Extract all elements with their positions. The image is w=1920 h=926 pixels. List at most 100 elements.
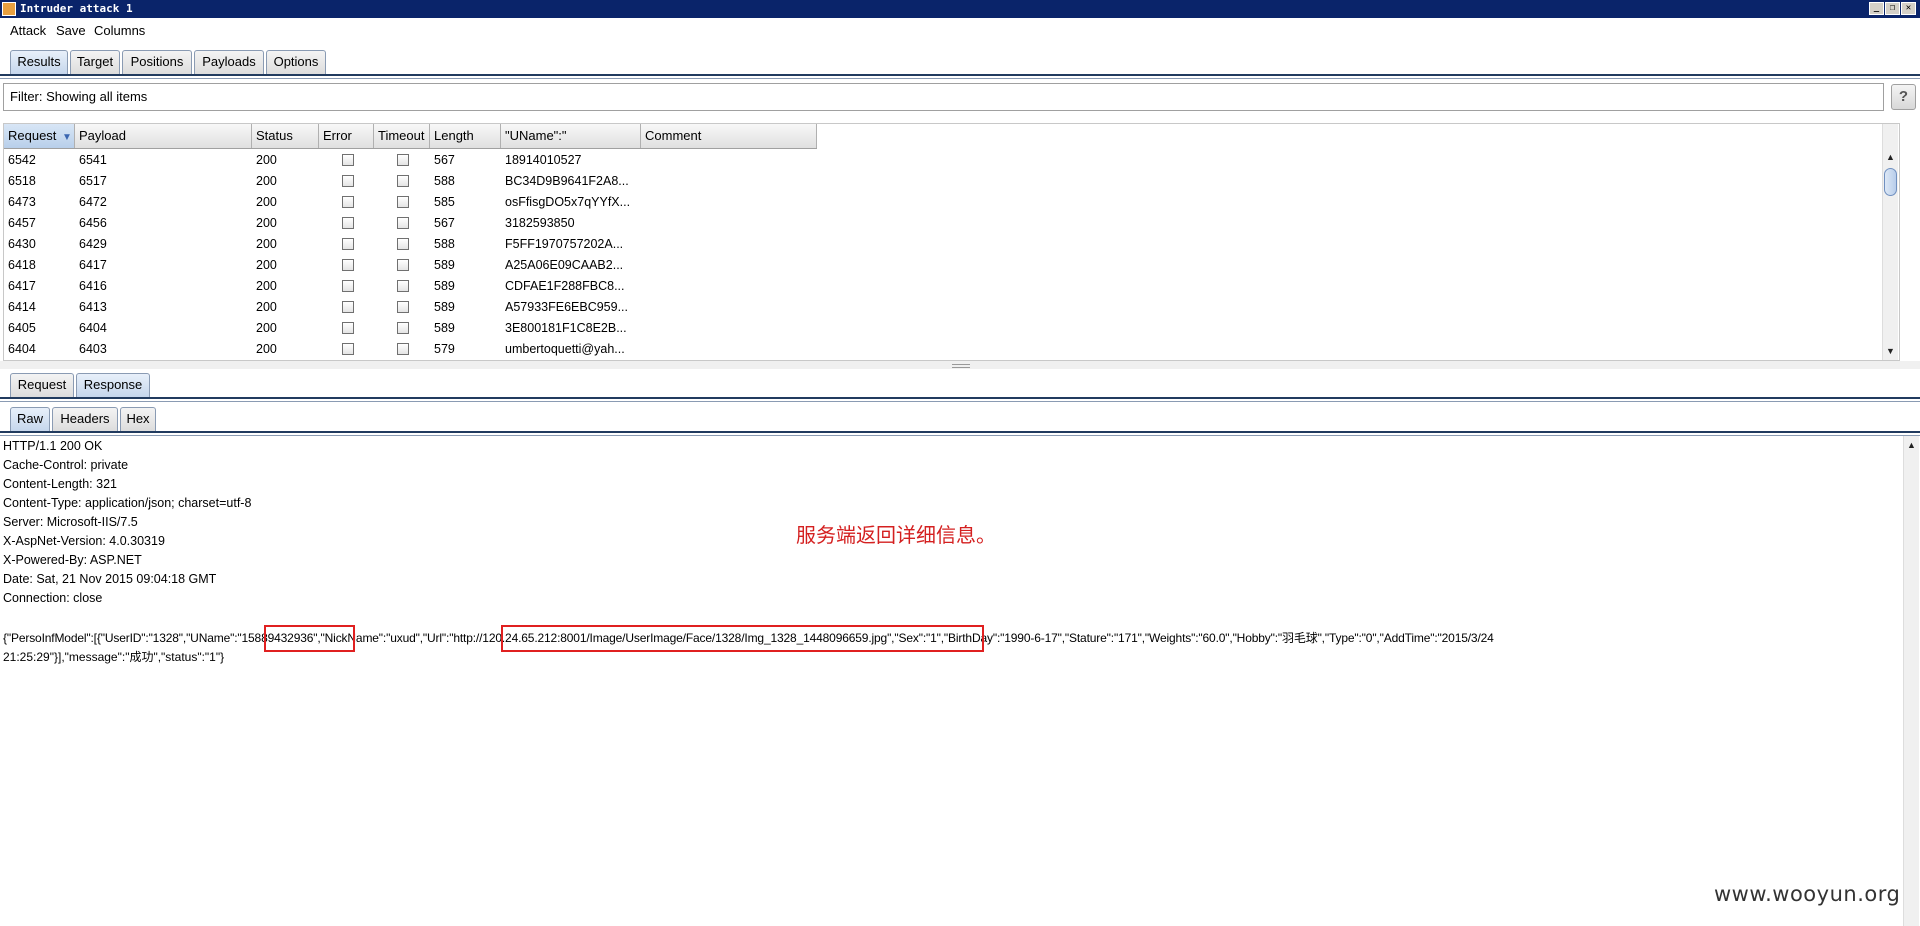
error-checkbox — [342, 175, 354, 187]
cell-payload: 6429 — [79, 237, 107, 251]
response-raw-viewer[interactable]: HTTP/1.1 200 OK Cache-Control: private C… — [0, 436, 1919, 926]
cell-request: 6542 — [8, 153, 36, 167]
tab-results[interactable]: Results — [10, 50, 68, 74]
table-row[interactable]: 6405 6404 200 589 3E800181F1C8E2B... — [4, 318, 817, 339]
error-checkbox — [342, 217, 354, 229]
cell-payload: 6404 — [79, 321, 107, 335]
error-checkbox — [342, 343, 354, 355]
cell-status: 200 — [256, 237, 277, 251]
column-header-status[interactable]: Status — [252, 124, 319, 148]
cell-length: 588 — [434, 237, 455, 251]
cell-request: 6518 — [8, 174, 36, 188]
window-title: Intruder attack 1 — [20, 2, 133, 15]
cell-length: 589 — [434, 279, 455, 293]
tab-hex[interactable]: Hex — [120, 407, 156, 431]
cell-request: 6473 — [8, 195, 36, 209]
annotation-text: 服务端返回详细信息。 — [796, 523, 996, 547]
cell-uname: A25A06E09CAAB2... — [505, 258, 624, 272]
table-row[interactable]: 6457 6456 200 567 3182593850 — [4, 213, 817, 234]
cell-request: 6457 — [8, 216, 36, 230]
results-scrollbar[interactable]: ▲ ▼ — [1882, 124, 1898, 360]
timeout-checkbox — [397, 217, 409, 229]
column-header-request[interactable]: Request ▼ — [4, 124, 75, 148]
pane-splitter[interactable] — [0, 361, 1920, 369]
cell-status: 200 — [256, 216, 277, 230]
response-scrollbar[interactable]: ▲ — [1903, 436, 1919, 926]
main-tab-underline — [0, 74, 1920, 76]
table-row[interactable]: 6418 6417 200 589 A25A06E09CAAB2... — [4, 255, 817, 276]
tab-request[interactable]: Request — [10, 373, 74, 397]
column-header-comment[interactable]: Comment — [641, 124, 817, 148]
close-button[interactable]: ✕ — [1901, 2, 1916, 15]
response-header-line: Connection: close — [3, 591, 103, 605]
cell-length: 588 — [434, 174, 455, 188]
timeout-checkbox — [397, 238, 409, 250]
detail-tab-underline-2 — [0, 401, 1920, 402]
scroll-up-arrow-icon[interactable]: ▲ — [1904, 438, 1919, 452]
tab-positions[interactable]: Positions — [122, 50, 192, 74]
error-checkbox — [342, 280, 354, 292]
column-header-payload[interactable]: Payload — [75, 124, 252, 148]
table-row[interactable]: 6473 6472 200 585 osFfisgDO5x7qYYfX... — [4, 192, 817, 213]
cell-request: 6430 — [8, 237, 36, 251]
filter-bar[interactable]: Filter: Showing all items — [3, 83, 1884, 111]
watermark: www.wooyun.org — [1714, 882, 1901, 906]
cell-uname: F5FF1970757202A... — [505, 237, 624, 251]
table-row[interactable]: 6430 6429 200 588 F5FF1970757202A... — [4, 234, 817, 255]
tab-target[interactable]: Target — [70, 50, 120, 74]
column-header-timeout[interactable]: Timeout — [374, 124, 430, 148]
cell-uname: osFfisgDO5x7qYYfX... — [505, 195, 631, 209]
menu-save[interactable]: Save — [56, 23, 86, 38]
timeout-checkbox — [397, 343, 409, 355]
menu-columns[interactable]: Columns — [94, 23, 145, 38]
scroll-down-arrow-icon[interactable]: ▼ — [1883, 344, 1898, 358]
error-checkbox — [342, 238, 354, 250]
table-row[interactable]: 6518 6517 200 588 BC34D9B9641F2A8... — [4, 171, 817, 192]
column-header-length[interactable]: Length — [430, 124, 501, 148]
table-row[interactable]: 6417 6416 200 589 CDFAE1F288FBC8... — [4, 276, 817, 297]
cell-payload: 6456 — [79, 216, 107, 230]
error-checkbox — [342, 322, 354, 334]
cell-uname: 3E800181F1C8E2B... — [505, 321, 627, 335]
cell-length: 567 — [434, 153, 455, 167]
tab-payloads[interactable]: Payloads — [194, 50, 264, 74]
cell-status: 200 — [256, 321, 277, 335]
splitter-grip-icon — [952, 364, 970, 368]
view-tab-underline — [0, 431, 1920, 433]
response-header-line: X-Powered-By: ASP.NET — [3, 553, 142, 567]
tab-raw[interactable]: Raw — [10, 407, 50, 431]
detail-tab-underline — [0, 397, 1920, 399]
burp-app-icon — [2, 2, 16, 16]
cell-length: 567 — [434, 216, 455, 230]
help-button[interactable]: ? — [1891, 84, 1916, 110]
cell-status: 200 — [256, 258, 277, 272]
scroll-up-arrow-icon[interactable]: ▲ — [1883, 150, 1898, 164]
highlight-url-box — [501, 625, 984, 652]
cell-length: 579 — [434, 342, 455, 356]
response-header-line: X-AspNet-Version: 4.0.30319 — [3, 534, 165, 548]
cell-request: 6414 — [8, 300, 36, 314]
column-header-uname[interactable]: "UName":" — [501, 124, 641, 148]
cell-uname: A57933FE6EBC959... — [505, 300, 628, 314]
error-checkbox — [342, 154, 354, 166]
cell-payload: 6417 — [79, 258, 107, 272]
menu-attack[interactable]: Attack — [10, 23, 46, 38]
cell-payload: 6541 — [79, 153, 107, 167]
table-row[interactable]: 6542 6541 200 567 18914010527 — [4, 150, 817, 171]
table-row[interactable]: 6404 6403 200 579 umbertoquetti@yah... — [4, 339, 817, 360]
scroll-thumb[interactable] — [1884, 168, 1897, 196]
tab-response[interactable]: Response — [76, 373, 150, 397]
restore-button[interactable]: ❐ — [1885, 2, 1900, 15]
minimize-button[interactable]: _ — [1869, 2, 1884, 15]
timeout-checkbox — [397, 322, 409, 334]
table-row[interactable]: 6414 6413 200 589 A57933FE6EBC959... — [4, 297, 817, 318]
cell-length: 585 — [434, 195, 455, 209]
tab-headers[interactable]: Headers — [52, 407, 118, 431]
timeout-checkbox — [397, 175, 409, 187]
column-header-error[interactable]: Error — [319, 124, 374, 148]
tab-options[interactable]: Options — [266, 50, 326, 74]
cell-uname: CDFAE1F288FBC8... — [505, 279, 625, 293]
highlight-uname-box — [264, 625, 355, 652]
cell-uname: 18914010527 — [505, 153, 582, 167]
cell-payload: 6517 — [79, 174, 107, 188]
